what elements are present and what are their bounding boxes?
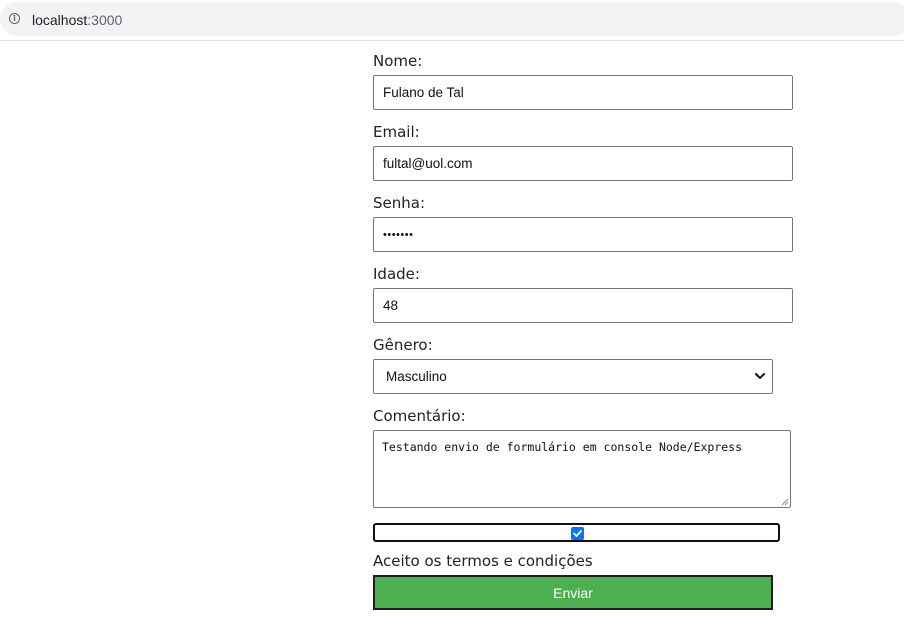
terms-checkbox-container[interactable]: [373, 523, 780, 542]
address-bar[interactable]: localhost:3000: [0, 2, 904, 36]
genero-label: Gênero:: [373, 336, 433, 354]
genero-select[interactable]: Masculino: [373, 359, 773, 394]
email-input[interactable]: fultal@uol.com: [373, 146, 793, 181]
browser-toolbar: localhost:3000: [0, 0, 904, 41]
genero-selected-value: Masculino: [386, 369, 447, 384]
nome-input[interactable]: Fulano de Tal: [373, 75, 793, 110]
info-icon[interactable]: [9, 13, 20, 24]
url-text[interactable]: localhost:3000: [32, 12, 122, 28]
submit-button[interactable]: Enviar: [373, 575, 773, 610]
senha-input[interactable]: •••••••: [373, 217, 793, 252]
terms-label: Aceito os termos e condições: [373, 552, 593, 570]
url-host: localhost: [32, 12, 88, 28]
comentario-label: Comentário:: [373, 407, 466, 425]
terms-checkbox[interactable]: [571, 527, 584, 540]
idade-input[interactable]: 48: [373, 288, 793, 323]
idade-label: Idade:: [373, 265, 420, 283]
comentario-textarea[interactable]: Testando envio de formulário em console …: [373, 430, 791, 508]
resize-grip-icon[interactable]: [780, 497, 789, 506]
email-label: Email:: [373, 123, 420, 141]
checkmark-icon: [573, 530, 582, 537]
senha-label: Senha:: [373, 194, 426, 212]
nome-label: Nome:: [373, 52, 423, 70]
comentario-text: Testando envio de formulário em console …: [382, 440, 743, 454]
url-port: :3000: [87, 12, 123, 28]
chevron-down-icon: [755, 373, 765, 379]
